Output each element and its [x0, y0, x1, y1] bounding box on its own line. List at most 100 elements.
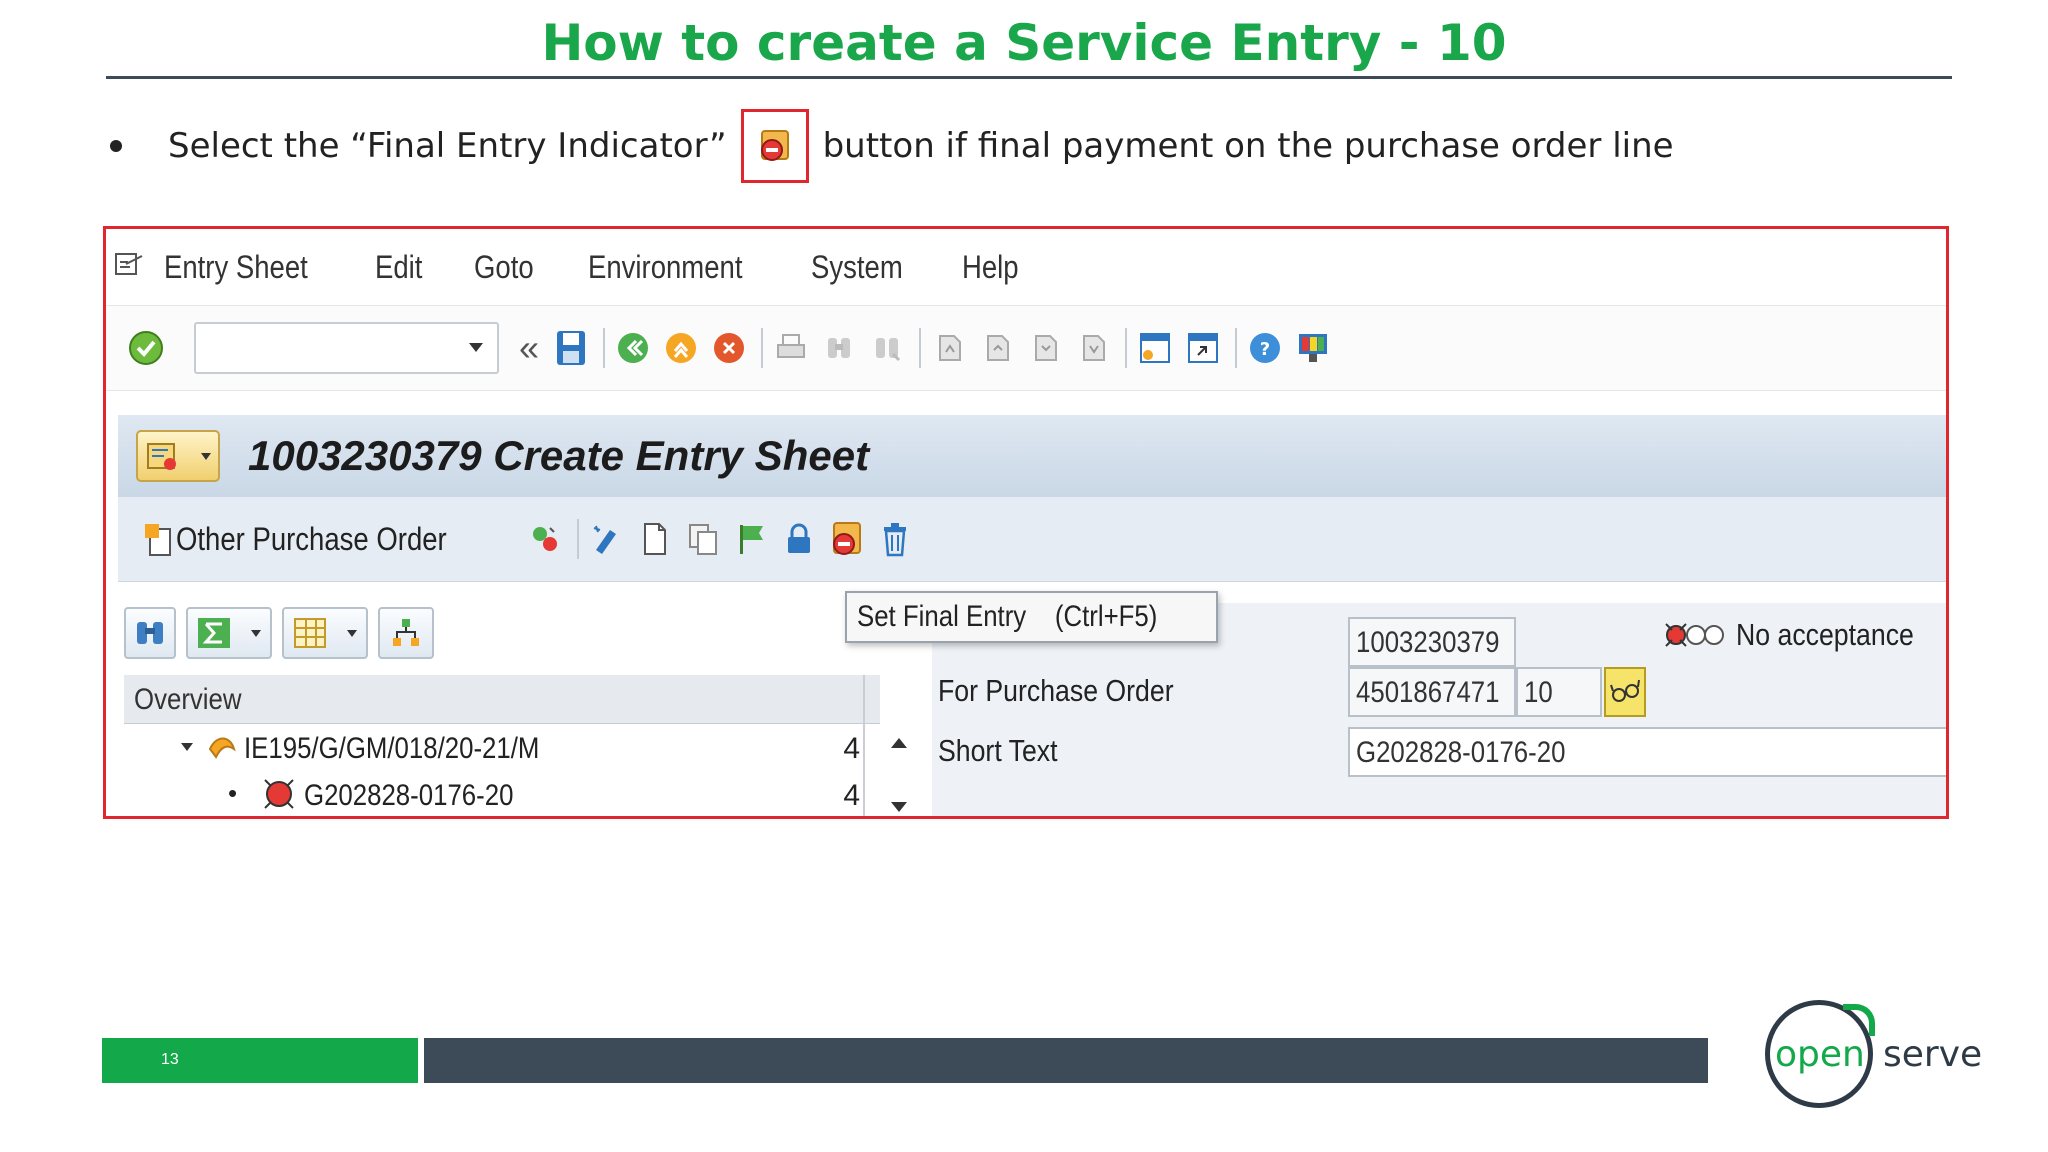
- lock-icon[interactable]: [781, 517, 817, 561]
- instruction-bullet: Select the “Final Entry Indicator” butto…: [106, 106, 1674, 186]
- purchase-order-field[interactable]: 4501867471: [1348, 667, 1516, 717]
- acceptance-status: No acceptance: [1664, 617, 1943, 653]
- flag-icon[interactable]: [733, 517, 769, 561]
- standard-toolbar: « ?: [106, 306, 1946, 391]
- screen-title: 1003230379 Create Entry Sheet: [248, 432, 870, 479]
- help-icon[interactable]: ?: [1247, 326, 1283, 370]
- first-page-icon[interactable]: [931, 326, 967, 370]
- po-item-value: 10: [1524, 676, 1553, 709]
- cancel-icon[interactable]: [711, 326, 747, 370]
- find-icon[interactable]: [821, 326, 857, 370]
- tree-row-purchase-order[interactable]: IE195/G/GM/018/20-21/M 4: [124, 725, 864, 771]
- other-purchase-order-icon[interactable]: [140, 517, 176, 561]
- print-icon[interactable]: [773, 326, 809, 370]
- new-document-icon[interactable]: [637, 517, 673, 561]
- tree-row-service-line[interactable]: • G202828-0176-20 4: [124, 772, 864, 816]
- footer-green-bar: [102, 1038, 418, 1083]
- acceptance-status-text: No acceptance: [1736, 617, 1914, 652]
- tree-row-label: IE195/G/GM/018/20-21/M: [244, 732, 540, 765]
- system-menu-icon[interactable]: [114, 250, 146, 285]
- bullet-icon: [110, 140, 122, 152]
- final-entry-indicator-icon: [740, 109, 809, 183]
- logo-text-open: open: [1775, 1034, 1865, 1075]
- command-field[interactable]: [194, 322, 499, 374]
- logo-accent: [1843, 1004, 1875, 1036]
- entry-sheet-field[interactable]: 1003230379: [1348, 617, 1516, 667]
- overview-toolbar: [124, 605, 444, 661]
- delete-icon[interactable]: [877, 517, 913, 561]
- sigma-icon: [198, 618, 230, 648]
- page-number: 13: [161, 1051, 179, 1068]
- exit-icon[interactable]: [663, 326, 699, 370]
- instruction-text-after: button if final payment on the purchase …: [822, 126, 1674, 166]
- double-chevron-left-icon[interactable]: «: [519, 327, 539, 369]
- menu-environment[interactable]: Environment: [588, 249, 742, 286]
- tree-row-label: G202828-0176-20: [304, 779, 514, 812]
- tree-row-count: 4: [843, 732, 860, 765]
- copy-icon[interactable]: [685, 517, 721, 561]
- menu-help[interactable]: Help: [962, 249, 1019, 286]
- document-menu-button[interactable]: [136, 430, 220, 482]
- po-label: For Purchase Order: [938, 673, 1174, 708]
- last-page-icon[interactable]: [1075, 326, 1111, 370]
- other-purchase-order-button[interactable]: Other Purchase Order: [176, 521, 447, 558]
- menu-goto[interactable]: Goto: [474, 249, 534, 286]
- menu-bar: Entry Sheet Edit Goto Environment System…: [106, 229, 1946, 306]
- glasses-icon: [1610, 679, 1640, 702]
- overview-scrollbar[interactable]: [888, 734, 910, 819]
- slide-title: How to create a Service Entry - 10: [541, 14, 1507, 72]
- save-icon[interactable]: [553, 326, 589, 370]
- toolbar-separator: [761, 328, 764, 368]
- instruction-text-before: Select the “Final Entry Indicator”: [168, 126, 727, 166]
- short-text-value: G202828-0176-20: [1356, 736, 1566, 769]
- tree-icon: [393, 619, 419, 646]
- back-icon[interactable]: [615, 326, 651, 370]
- short-text-field[interactable]: G202828-0176-20: [1348, 727, 1946, 777]
- toolbar-separator: [1125, 328, 1128, 368]
- short-text-label: Short Text: [938, 733, 1058, 768]
- toolbar-separator: [603, 328, 606, 368]
- service-selection-icon[interactable]: [589, 517, 625, 561]
- application-toolbar: Other Purchase Order: [118, 497, 1946, 582]
- tooltip-text: Set Final Entry (Ctrl+F5): [857, 600, 1158, 633]
- toolbar-separator: [576, 519, 579, 559]
- menu-system[interactable]: System: [811, 249, 903, 286]
- chevron-down-icon[interactable]: [467, 340, 485, 354]
- shortcut-icon[interactable]: [1185, 326, 1221, 370]
- binoculars-icon: [137, 622, 163, 644]
- layout-button[interactable]: [282, 607, 368, 659]
- dropdown-arrow-icon: [201, 453, 211, 460]
- dropdown-arrow-icon: [251, 630, 261, 637]
- find-next-icon[interactable]: [869, 326, 905, 370]
- display-po-button[interactable]: [1604, 667, 1646, 717]
- overview-header-label: Overview: [134, 683, 242, 716]
- overview-header: Overview: [124, 675, 880, 724]
- next-page-icon[interactable]: [1027, 326, 1063, 370]
- toolbar-separator: [1235, 328, 1238, 368]
- menu-entry-sheet[interactable]: Entry Sheet: [164, 249, 308, 286]
- enter-check-icon[interactable]: [128, 326, 164, 370]
- entry-sheet-icon: [147, 443, 176, 470]
- sap-window: Entry Sheet Edit Goto Environment System…: [103, 226, 1949, 819]
- set-final-entry-icon[interactable]: [829, 517, 865, 561]
- customize-layout-icon[interactable]: [1295, 326, 1331, 370]
- status-icon[interactable]: [527, 517, 563, 561]
- previous-page-icon[interactable]: [979, 326, 1015, 370]
- sum-button[interactable]: [186, 607, 272, 659]
- create-session-icon[interactable]: [1137, 326, 1173, 370]
- po-value: 4501867471: [1356, 676, 1500, 709]
- traffic-light-icon: [1665, 623, 1724, 647]
- expand-tree-button[interactable]: [378, 607, 434, 659]
- menu-edit[interactable]: Edit: [375, 249, 422, 286]
- red-status-icon: [264, 779, 294, 809]
- purchase-order-icon: [208, 737, 236, 759]
- svg-text:?: ?: [1260, 339, 1270, 360]
- toolbar-separator: [919, 328, 922, 368]
- screen-title-bar: 1003230379 Create Entry Sheet: [118, 415, 1946, 497]
- find-button[interactable]: [124, 607, 176, 659]
- tree-bullet-icon: •: [228, 778, 238, 808]
- po-item-field[interactable]: 10: [1516, 667, 1602, 717]
- entry-sheet-value: 1003230379: [1356, 626, 1500, 659]
- set-final-entry-tooltip: Set Final Entry (Ctrl+F5): [845, 591, 1219, 643]
- collapse-arrow-icon[interactable]: [180, 741, 194, 753]
